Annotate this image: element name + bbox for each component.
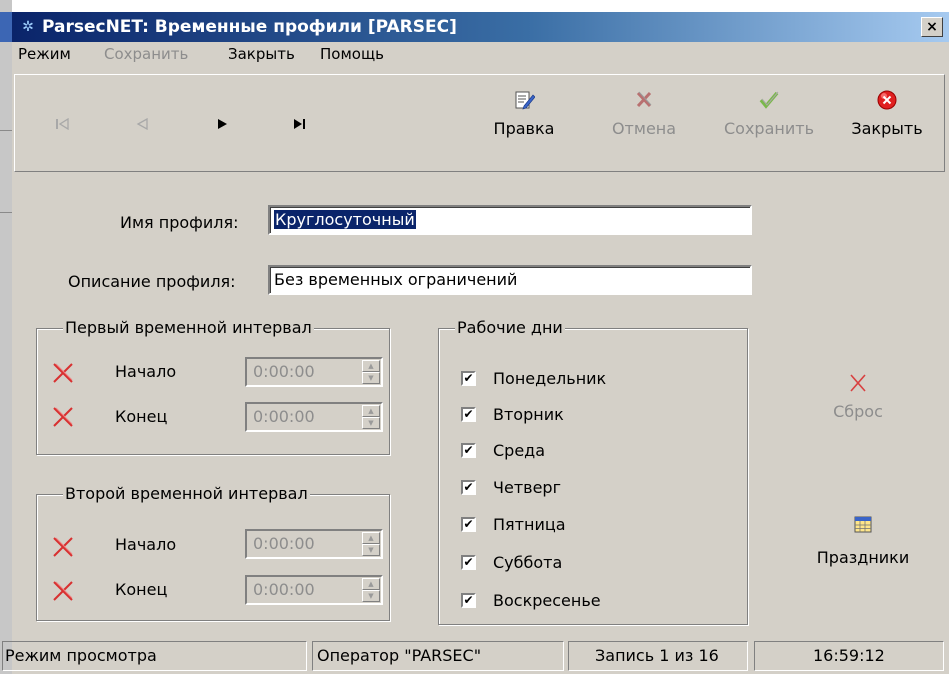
wednesday-label: Среда	[493, 441, 546, 460]
second-interval-group: Второй временной интервал Начало 0:00:00…	[36, 484, 390, 621]
next-record-icon	[218, 119, 227, 129]
edit-button[interactable]: Правка	[479, 89, 569, 159]
profile-desc-label: Описание профиля:	[68, 272, 236, 291]
sunday-label: Воскресенье	[493, 591, 601, 610]
workdays-group: Рабочие дни ✔ Понедельник ✔ Вторник ✔ Ср…	[438, 318, 748, 625]
first-start-label: Начало	[115, 362, 177, 381]
close-circle-icon	[877, 90, 897, 110]
menu-help[interactable]: Помощь	[320, 45, 384, 63]
workdays-caption: Рабочие дни	[455, 318, 565, 337]
save-button[interactable]: Сохранить	[713, 89, 825, 159]
first-start-value: 0:00:00	[253, 362, 315, 381]
saturday-label: Суббота	[493, 553, 563, 572]
second-start-value: 0:00:00	[253, 534, 315, 553]
status-time: 16:59:12	[754, 641, 944, 671]
profile-desc-value: Без временных ограничений	[274, 270, 518, 289]
save-check-icon	[759, 91, 779, 109]
tuesday-label: Вторник	[493, 405, 564, 424]
spin-up-icon[interactable]: ▲	[362, 578, 380, 590]
checkbox-checked-icon: ✔	[461, 443, 476, 458]
reset-label: Сброс	[833, 402, 883, 421]
next-record-button[interactable]	[209, 115, 235, 137]
app-icon[interactable]: ✲	[20, 19, 36, 35]
background-window-line	[0, 212, 12, 213]
clear-start-icon[interactable]	[51, 535, 75, 559]
menu-save[interactable]: Сохранить	[104, 45, 188, 63]
background-window-titlebar	[0, 12, 12, 42]
status-record: Запись 1 из 16	[568, 641, 748, 671]
spin-down-icon[interactable]: ▼	[362, 417, 380, 429]
holidays-button[interactable]: Праздники	[808, 514, 918, 567]
spin-down-icon[interactable]: ▼	[362, 372, 380, 384]
second-start-spinner[interactable]: 0:00:00 ▲ ▼	[245, 529, 383, 559]
cancel-icon	[636, 91, 652, 108]
reset-x-icon	[850, 374, 866, 392]
close-button-label: Закрыть	[851, 119, 923, 138]
monday-label: Понедельник	[493, 369, 607, 388]
first-record-icon	[56, 117, 69, 131]
profile-window: ✲ ParsecNET: Временные профили [PARSEC] …	[2, 12, 949, 674]
background-window-line	[0, 130, 12, 131]
profile-name-value: Круглосуточный	[274, 210, 416, 229]
second-end-label: Конец	[115, 580, 168, 599]
status-operator: Оператор "PARSEC"	[312, 641, 564, 671]
cancel-button-label: Отмена	[611, 119, 677, 138]
spin-up-icon[interactable]: ▲	[362, 360, 380, 372]
spin-up-icon[interactable]: ▲	[362, 405, 380, 417]
window-title: ParsecNET: Временные профили [PARSEC]	[42, 17, 457, 37]
last-record-icon	[294, 119, 305, 129]
spin-down-icon[interactable]: ▼	[362, 544, 380, 556]
first-interval-group: Первый временной интервал Начало 0:00:00…	[36, 318, 390, 455]
second-end-spinner[interactable]: 0:00:00 ▲ ▼	[245, 575, 383, 605]
checkbox-checked-icon: ✔	[461, 555, 476, 570]
clear-end-icon[interactable]	[51, 579, 75, 603]
title-bar[interactable]: ✲ ParsecNET: Временные профили [PARSEC] …	[12, 12, 949, 42]
prev-record-button[interactable]	[129, 115, 155, 137]
menu-bar: Режим Сохранить Закрыть Помощь	[12, 42, 949, 68]
first-end-label: Конец	[115, 407, 168, 426]
clear-end-icon[interactable]	[51, 405, 75, 429]
status-bar: Режим просмотра Оператор "PARSEC" Запись…	[2, 637, 949, 674]
toolbar: Правка Отмена Сохранить Закрыть	[14, 74, 945, 172]
friday-label: Пятница	[493, 515, 566, 534]
holidays-label: Праздники	[816, 548, 910, 567]
reset-button[interactable]: Сброс	[808, 372, 908, 421]
second-start-label: Начало	[115, 535, 177, 554]
second-end-value: 0:00:00	[253, 580, 315, 599]
cancel-button[interactable]: Отмена	[599, 89, 689, 159]
edit-icon	[515, 91, 535, 110]
first-end-value: 0:00:00	[253, 407, 315, 426]
second-interval-caption: Второй временной интервал	[63, 484, 310, 503]
checkbox-checked-icon: ✔	[461, 593, 476, 608]
checkbox-checked-icon: ✔	[461, 407, 476, 422]
last-record-button[interactable]	[287, 115, 313, 137]
first-interval-caption: Первый временной интервал	[63, 318, 314, 337]
profile-name-input[interactable]: Круглосуточный	[268, 205, 752, 235]
spin-down-icon[interactable]: ▼	[362, 590, 380, 602]
background-window	[0, 0, 12, 674]
menu-close[interactable]: Закрыть	[228, 45, 295, 63]
first-end-spinner[interactable]: 0:00:00 ▲ ▼	[245, 402, 383, 432]
profile-name-label: Имя профиля:	[120, 213, 239, 232]
close-button[interactable]: Закрыть	[841, 89, 933, 159]
first-record-button[interactable]	[49, 115, 75, 137]
spin-up-icon[interactable]: ▲	[362, 532, 380, 544]
save-button-label: Сохранить	[724, 119, 814, 138]
clear-start-icon[interactable]	[51, 361, 75, 385]
menu-mode[interactable]: Режим	[18, 45, 71, 63]
checkbox-checked-icon: ✔	[461, 517, 476, 532]
thursday-label: Четверг	[493, 478, 561, 497]
calendar-icon	[854, 516, 872, 533]
first-start-spinner[interactable]: 0:00:00 ▲ ▼	[245, 357, 383, 387]
profile-desc-input[interactable]: Без временных ограничений	[268, 265, 752, 295]
prev-record-icon	[136, 117, 148, 131]
window-close-button[interactable]: ×	[921, 17, 943, 37]
status-mode: Режим просмотра	[2, 641, 307, 671]
checkbox-checked-icon: ✔	[461, 371, 476, 386]
checkbox-checked-icon: ✔	[461, 480, 476, 495]
edit-button-label: Правка	[493, 119, 555, 138]
